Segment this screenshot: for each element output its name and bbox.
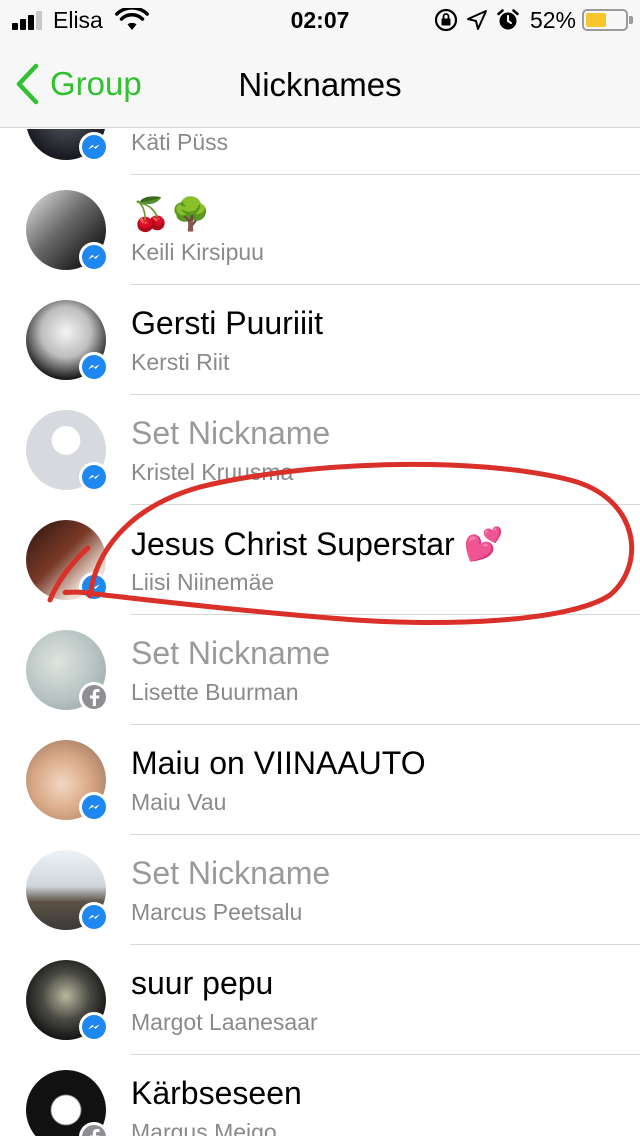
nickname-label: Jesus Christ Superstar 💕 bbox=[131, 526, 504, 562]
list-item[interactable]: 🍒🌳 Keili Kirsipuu bbox=[0, 175, 640, 285]
messenger-badge-icon bbox=[79, 902, 109, 932]
list-item[interactable]: Käti Püss bbox=[0, 129, 640, 175]
location-arrow-icon bbox=[466, 10, 487, 30]
navigation-bar: Group Nicknames bbox=[0, 40, 640, 128]
set-nickname-placeholder: Set Nickname bbox=[131, 415, 331, 451]
messenger-badge-icon bbox=[79, 1012, 109, 1042]
nickname-list[interactable]: Käti Püss 🍒🌳 Keili Kirsipuu Gersti Puuriiit… bbox=[0, 129, 640, 1136]
list-item[interactable]: Gersti Puuriiit Kersti Riit bbox=[0, 285, 640, 395]
orientation-lock-icon bbox=[434, 8, 458, 32]
facebook-badge-icon bbox=[79, 682, 109, 712]
messenger-badge-icon bbox=[79, 242, 109, 272]
list-item[interactable]: suur pepu Margot Laanesaar bbox=[0, 945, 640, 1055]
list-item[interactable]: Set Nickname Lisette Buurman bbox=[0, 615, 640, 725]
nickname-label: 🍒🌳 bbox=[131, 196, 211, 232]
nickname-label: Kärbseseen bbox=[131, 1075, 302, 1111]
nickname-label: Maiu on VIINAAUTO bbox=[131, 745, 426, 781]
full-name-label: Kersti Riit bbox=[131, 349, 230, 375]
messenger-badge-icon bbox=[79, 132, 109, 162]
full-name-label: Kristel Kruusma bbox=[131, 459, 294, 485]
list-item[interactable]: Jesus Christ Superstar 💕 Liisi Niinemäe bbox=[0, 505, 640, 615]
battery-icon bbox=[582, 9, 633, 31]
list-item[interactable]: Set Nickname Marcus Peetsalu bbox=[0, 835, 640, 945]
alarm-icon bbox=[497, 9, 519, 30]
full-name-label: Keili Kirsipuu bbox=[131, 239, 264, 265]
full-name-label: Käti Püss bbox=[131, 129, 229, 155]
full-name-label: Lisette Buurman bbox=[131, 679, 299, 705]
list-item[interactable]: Kärbseseen Margus Meigo bbox=[0, 1055, 640, 1136]
nickname-label: Gersti Puuriiit bbox=[131, 305, 324, 341]
status-right: 52% bbox=[426, 6, 633, 34]
list-item[interactable]: Maiu on VIINAAUTO Maiu Vau bbox=[0, 725, 640, 835]
list-item[interactable]: Set Nickname Kristel Kruusma bbox=[0, 395, 640, 505]
messenger-badge-icon bbox=[79, 572, 109, 602]
full-name-label: Maiu Vau bbox=[131, 789, 227, 815]
messenger-badge-icon bbox=[79, 352, 109, 382]
messenger-badge-icon bbox=[79, 462, 109, 492]
nickname-label: suur pepu bbox=[131, 965, 274, 1001]
full-name-label: Margus Meigo bbox=[131, 1119, 277, 1136]
set-nickname-placeholder: Set Nickname bbox=[131, 635, 331, 671]
battery-fill bbox=[586, 13, 606, 27]
set-nickname-placeholder: Set Nickname bbox=[131, 855, 331, 891]
messenger-badge-icon bbox=[79, 792, 109, 822]
full-name-label: Marcus Peetsalu bbox=[131, 899, 303, 925]
status-bar: Elisa 02:07 52% bbox=[0, 0, 640, 40]
full-name-label: Margot Laanesaar bbox=[131, 1009, 318, 1035]
page-title: Nicknames bbox=[238, 66, 402, 103]
full-name-label: Liisi Niinemäe bbox=[131, 569, 275, 595]
battery-percent: 52% bbox=[529, 6, 576, 33]
